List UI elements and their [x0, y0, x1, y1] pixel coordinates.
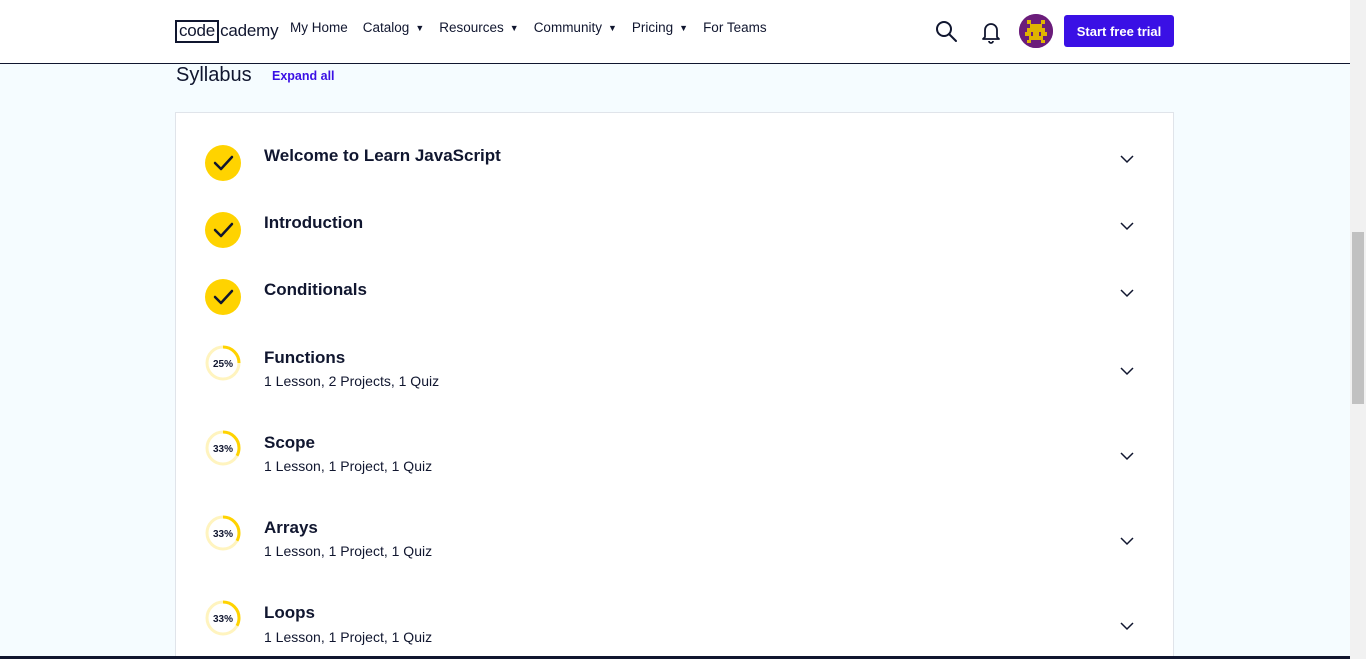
avatar[interactable] [1019, 14, 1053, 48]
module-subtitle: 1 Lesson, 2 Projects, 1 Quiz [264, 373, 440, 389]
pixel-avatar-icon [1019, 14, 1053, 48]
progress-ring-icon: 25% [205, 345, 241, 381]
module-subtitle: 1 Lesson, 1 Project, 1 Quiz [264, 629, 433, 645]
module-title: Arrays [264, 518, 318, 537]
module-title: Introduction [264, 213, 364, 232]
syllabus-module-row[interactable]: Conditionals [176, 275, 1173, 319]
bell-icon[interactable] [980, 20, 1002, 44]
nav-my-home-label: My Home [290, 20, 348, 35]
logo-code-box: code [175, 19, 220, 43]
syllabus-heading: Syllabus [176, 64, 252, 86]
nav-for-teams[interactable]: For Teams [703, 20, 767, 35]
chevron-down-icon[interactable] [1120, 221, 1134, 231]
progress-percent: 33% [213, 444, 233, 455]
module-title: Loops [264, 603, 315, 622]
syllabus-module-row[interactable]: 25% Functions 1 Lesson, 2 Projects, 1 Qu… [176, 343, 1173, 403]
caret-down-icon: ▼ [509, 22, 519, 33]
module-title: Welcome to Learn JavaScript [264, 146, 501, 165]
syllabus-module-row[interactable]: 33% Scope 1 Lesson, 1 Project, 1 Quiz [176, 428, 1173, 488]
module-title: Scope [264, 433, 316, 452]
progress-percent: 33% [213, 614, 233, 625]
caret-down-icon: ▼ [415, 22, 425, 33]
nav-catalog-label: Catalog [362, 20, 410, 35]
expand-all-link[interactable]: Expand all [272, 69, 335, 83]
nav-for-teams-label: For Teams [703, 20, 767, 35]
nav-pricing-label: Pricing [631, 20, 674, 35]
checkmark-icon [205, 279, 241, 315]
chevron-down-icon[interactable] [1120, 366, 1134, 376]
nav-community[interactable]: Community ▼ [534, 20, 617, 35]
syllabus-module-row[interactable]: 33% Arrays 1 Lesson, 1 Project, 1 Quiz [176, 513, 1173, 573]
syllabus-module-row[interactable]: 33% Loops 1 Lesson, 1 Project, 1 Quiz [176, 598, 1173, 658]
chevron-down-icon[interactable] [1120, 154, 1134, 164]
chevron-down-icon[interactable] [1120, 621, 1134, 631]
main-nav: My Home Catalog ▼ Resources ▼ Community … [290, 20, 782, 35]
module-subtitle: 1 Lesson, 1 Project, 1 Quiz [264, 458, 433, 474]
chevron-down-icon[interactable] [1120, 288, 1134, 298]
codecademy-logo[interactable]: code cademy [175, 19, 279, 43]
checkmark-icon [205, 212, 241, 248]
caret-down-icon: ▼ [607, 22, 617, 33]
checkmark-icon [205, 145, 241, 181]
start-free-trial-button[interactable]: Start free trial [1064, 15, 1174, 47]
syllabus-module-row[interactable]: Welcome to Learn JavaScript [176, 141, 1173, 185]
nav-pricing[interactable]: Pricing ▼ [632, 20, 688, 35]
top-navigation-bar: code cademy My Home Catalog ▼ Resources … [0, 0, 1350, 64]
scrollbar-thumb[interactable] [1352, 232, 1364, 404]
chevron-down-icon[interactable] [1120, 451, 1134, 461]
logo-wordmark: cademy [220, 21, 279, 40]
progress-ring-icon: 33% [205, 600, 241, 636]
syllabus-card: Welcome to Learn JavaScript Introduction… [175, 112, 1174, 659]
nav-community-label: Community [533, 20, 602, 35]
nav-catalog[interactable]: Catalog ▼ [363, 20, 424, 35]
chevron-down-icon[interactable] [1120, 536, 1134, 546]
module-title: Functions [264, 348, 346, 367]
module-subtitle: 1 Lesson, 1 Project, 1 Quiz [264, 543, 433, 559]
progress-percent: 25% [213, 359, 233, 370]
progress-ring-icon: 33% [205, 515, 241, 551]
module-title: Conditionals [264, 280, 367, 299]
caret-down-icon: ▼ [679, 22, 689, 33]
nav-my-home[interactable]: My Home [290, 20, 348, 35]
progress-percent: 33% [213, 529, 233, 540]
search-icon[interactable] [934, 19, 958, 43]
nav-resources[interactable]: Resources ▼ [439, 20, 518, 35]
syllabus-module-row[interactable]: Introduction [176, 208, 1173, 252]
nav-resources-label: Resources [439, 20, 504, 35]
progress-ring-icon: 33% [205, 430, 241, 466]
